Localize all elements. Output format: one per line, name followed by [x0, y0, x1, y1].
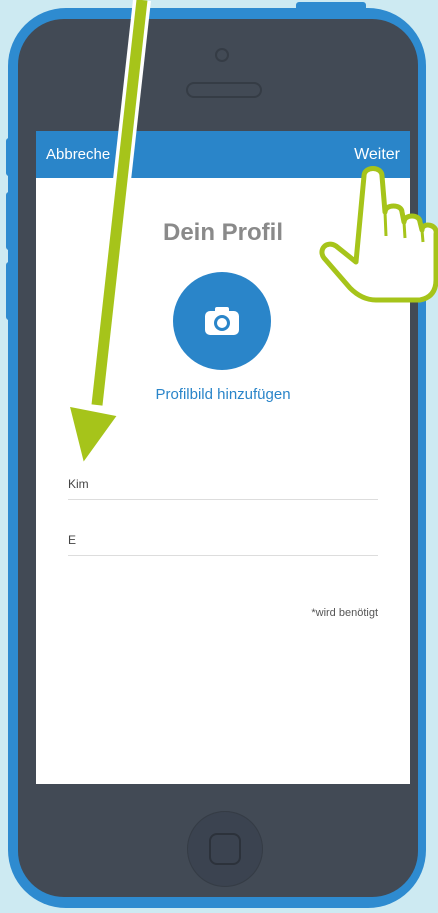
navigation-bar: Abbreche Weiter: [36, 131, 410, 178]
phone-mute-switch: [6, 138, 13, 176]
earpiece-speaker: [186, 82, 262, 98]
first-name-field: [68, 475, 378, 500]
front-camera: [215, 48, 229, 62]
last-name-input[interactable]: [68, 533, 378, 555]
first-name-input[interactable]: [68, 477, 378, 499]
phone-volume-down: [6, 262, 13, 320]
cancel-button[interactable]: Abbreche: [46, 146, 110, 163]
phone-power-button: [296, 2, 366, 12]
home-button-icon: [209, 833, 241, 865]
next-button[interactable]: Weiter: [354, 146, 400, 164]
page-title: Dein Profil: [162, 219, 283, 246]
required-note: *wird benötigt: [311, 607, 378, 619]
add-profile-photo-link[interactable]: Profilbild hinzufügen: [36, 386, 410, 403]
phone-volume-up: [6, 192, 13, 250]
last-name-field: [68, 531, 378, 556]
home-button: [187, 811, 263, 887]
add-profile-photo-button[interactable]: [173, 272, 271, 370]
camera-icon: [205, 307, 239, 335]
app-screen: Abbreche Weiter Dein Profil Profilbild h…: [36, 131, 410, 784]
